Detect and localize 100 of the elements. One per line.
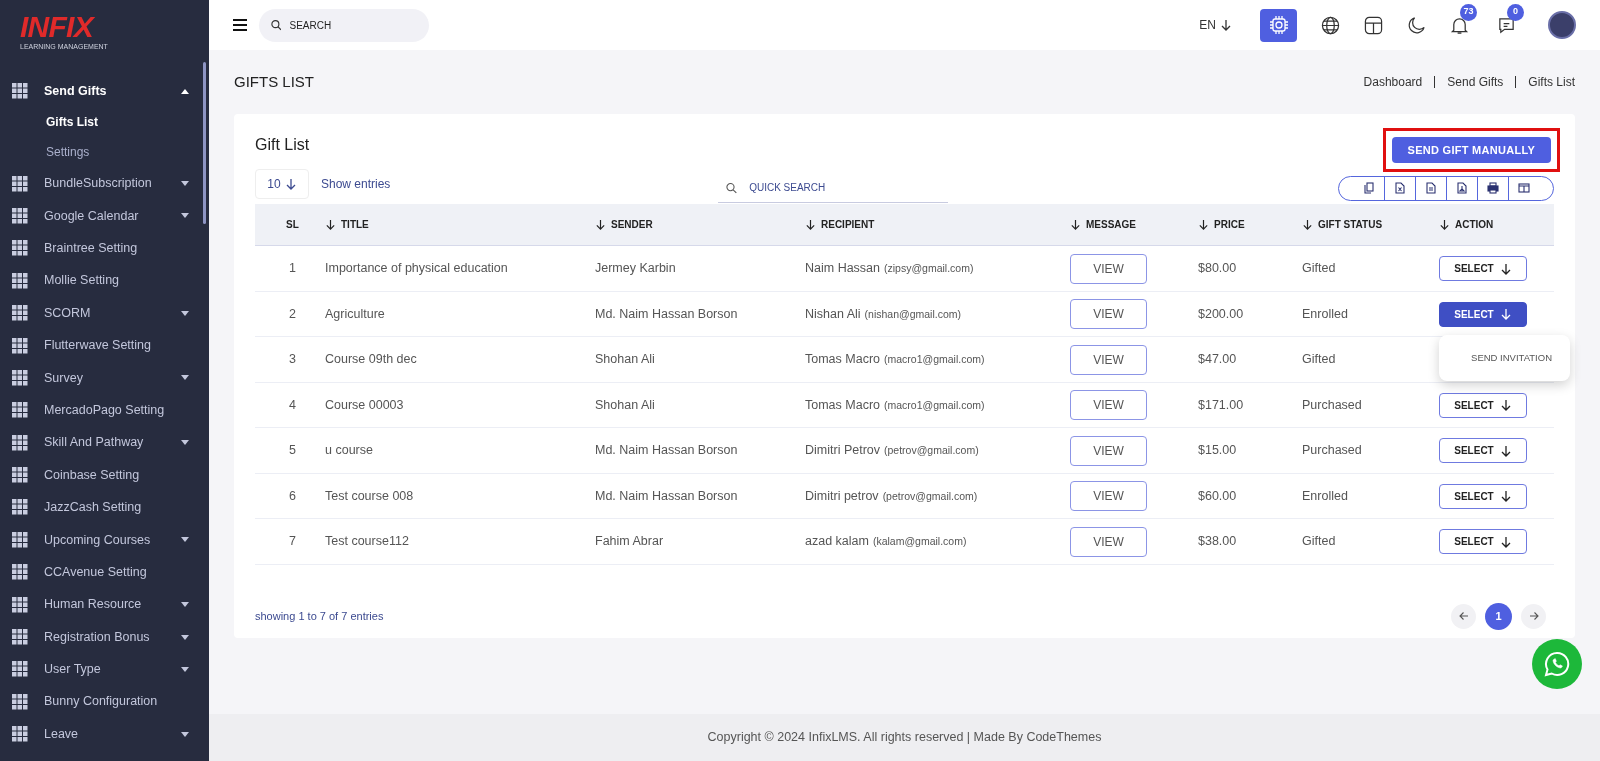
sidebar-item[interactable]: Upcoming Courses (0, 523, 209, 557)
select-button[interactable]: SELECT (1439, 392, 1527, 418)
menu-item[interactable]: SEND INVITATION (1471, 350, 1552, 365)
select-button[interactable]: SELECT (1439, 301, 1527, 327)
recipient-name: Nishan Ali (805, 305, 861, 323)
sidebar-item[interactable]: Mollie Setting (0, 264, 209, 297)
down-arrow-icon (805, 219, 816, 231)
table-cell-text: 3 (288, 351, 297, 369)
sidebar-item[interactable]: User Type (0, 653, 209, 686)
column-header[interactable]: TITLE (341, 217, 369, 233)
bell-icon[interactable] (1450, 15, 1469, 35)
caret-down-icon (181, 666, 189, 672)
grid-icon (12, 434, 28, 451)
previous-page-button[interactable] (1451, 603, 1476, 629)
send-gift-button[interactable]: SEND GIFT MANUALLY (1391, 137, 1551, 164)
column-header[interactable]: RECIPIENT (821, 217, 875, 233)
caret-down-icon (181, 213, 189, 219)
table-cell-text: $80.00 (1198, 260, 1238, 278)
down-arrow-icon (284, 178, 297, 191)
sidebar-item[interactable]: Braintree Setting (0, 232, 209, 265)
grid-icon (12, 467, 28, 484)
view-button[interactable]: VIEW (1070, 481, 1147, 511)
sidebar-item[interactable]: Skill And Pathway (0, 426, 209, 459)
avatar[interactable] (1548, 11, 1576, 39)
column-header[interactable]: MESSAGE (1086, 217, 1136, 233)
table-cell-text: Gifted (1302, 533, 1337, 551)
logo-wordmark: INFIX (20, 12, 96, 42)
view-button[interactable]: VIEW (1070, 253, 1147, 284)
recipient-name: azad kalam (805, 533, 869, 551)
select-button[interactable]: SELECT (1439, 256, 1527, 281)
down-arrow-icon (1070, 219, 1081, 231)
breadcrumb-link[interactable]: Send Gifts (1447, 73, 1504, 91)
grid-icon (12, 305, 28, 322)
table-cell-text: 6 (288, 487, 297, 505)
chat-icon[interactable] (1497, 15, 1516, 35)
search-bar[interactable]: SEARCH (259, 8, 429, 42)
sidebar-item[interactable]: Human Resource (0, 588, 209, 621)
column-header[interactable]: ACTION (1455, 217, 1494, 233)
chip-button[interactable] (1260, 8, 1297, 42)
sidebar-subitem[interactable]: Gifts List (0, 107, 209, 138)
sidebar-item[interactable]: Leave (0, 718, 209, 751)
view-button[interactable]: VIEW (1070, 390, 1147, 420)
view-button[interactable]: VIEW (1070, 344, 1147, 375)
sidebar-item[interactable]: BundleSubscription (0, 167, 209, 200)
search-icon (726, 181, 738, 194)
table-cell-text: Test course 008 (325, 487, 415, 505)
view-button[interactable]: VIEW (1070, 526, 1147, 557)
select-button[interactable]: SELECT (1439, 483, 1527, 509)
menu-icon[interactable] (233, 19, 247, 31)
sidebar-item[interactable]: Registration Bonus (0, 620, 209, 654)
sidebar-item[interactable]: Survey (0, 361, 209, 395)
sidebar-item[interactable]: CCAvenue Setting (0, 556, 209, 589)
notification-badge: 73 (1460, 3, 1477, 21)
moon-icon[interactable] (1407, 15, 1426, 35)
view-button[interactable]: VIEW (1070, 435, 1147, 466)
quick-search-field[interactable]: QUICK SEARCH (749, 173, 949, 203)
sidebar-item[interactable]: Bunny Configuration (0, 685, 209, 719)
recipient-name: Dimitri Petrov (805, 442, 880, 460)
down-arrow-icon (595, 219, 606, 231)
select-button[interactable]: SELECT (1439, 438, 1527, 463)
column-header[interactable]: GIFT STATUS (1318, 217, 1383, 233)
grid-icon (12, 207, 28, 224)
quick-search-bar[interactable]: QUICK SEARCH (718, 173, 949, 204)
language-selector[interactable]: EN (1199, 16, 1232, 34)
message-badge: 0 (1507, 3, 1524, 21)
table-cell-text: 5 (288, 442, 297, 460)
column-header[interactable]: SL (286, 217, 299, 233)
next-page-button[interactable] (1521, 603, 1546, 629)
sidebar-item[interactable]: Coinbase Setting (0, 458, 209, 492)
recipient-email: (petrov@gmail.com) (882, 488, 978, 504)
breadcrumb-link[interactable]: Dashboard (1363, 73, 1423, 91)
sidebar-item[interactable]: JazzCash Setting (0, 491, 209, 524)
grid-icon (12, 499, 28, 516)
sidebar-item[interactable]: Google Calendar (0, 199, 209, 233)
breadcrumb-link[interactable]: Gifts List (1528, 73, 1575, 91)
view-button[interactable]: VIEW (1070, 299, 1147, 329)
table-cell-text: Course 00003 (325, 396, 405, 414)
sidebar-item[interactable]: Flutterwave Setting (0, 329, 209, 362)
page-button[interactable]: 1 (1485, 602, 1512, 630)
sidebar-subitem[interactable]: Settings (0, 137, 209, 168)
table-cell-text: Course 09th dec (325, 351, 418, 369)
table-cell-text: Purchased (1302, 442, 1363, 460)
column-header[interactable]: PRICE (1214, 217, 1245, 233)
sidebar-item[interactable]: MercadoPago Setting (0, 394, 209, 427)
layout-icon[interactable] (1364, 15, 1383, 35)
entries-select[interactable]: 10 (255, 169, 309, 200)
down-arrow-icon (1302, 219, 1313, 231)
down-arrow-icon (1499, 490, 1512, 502)
recipient-email: (macro1@gmail.com) (884, 352, 985, 368)
down-arrow-icon (1499, 444, 1512, 457)
select-button[interactable]: SELECT (1439, 529, 1527, 554)
down-arrow-icon (1499, 399, 1512, 411)
search-field[interactable]: SEARCH (289, 8, 417, 42)
globe-icon[interactable] (1321, 15, 1340, 35)
sidebar-item[interactable]: SCORM (0, 296, 209, 330)
caret-down-icon (181, 440, 189, 446)
whatsapp-button[interactable] (1532, 639, 1582, 689)
sidebar-item[interactable]: Send Gifts (0, 75, 209, 108)
column-header[interactable]: SENDER (611, 217, 653, 233)
caret-down-icon (181, 310, 189, 316)
